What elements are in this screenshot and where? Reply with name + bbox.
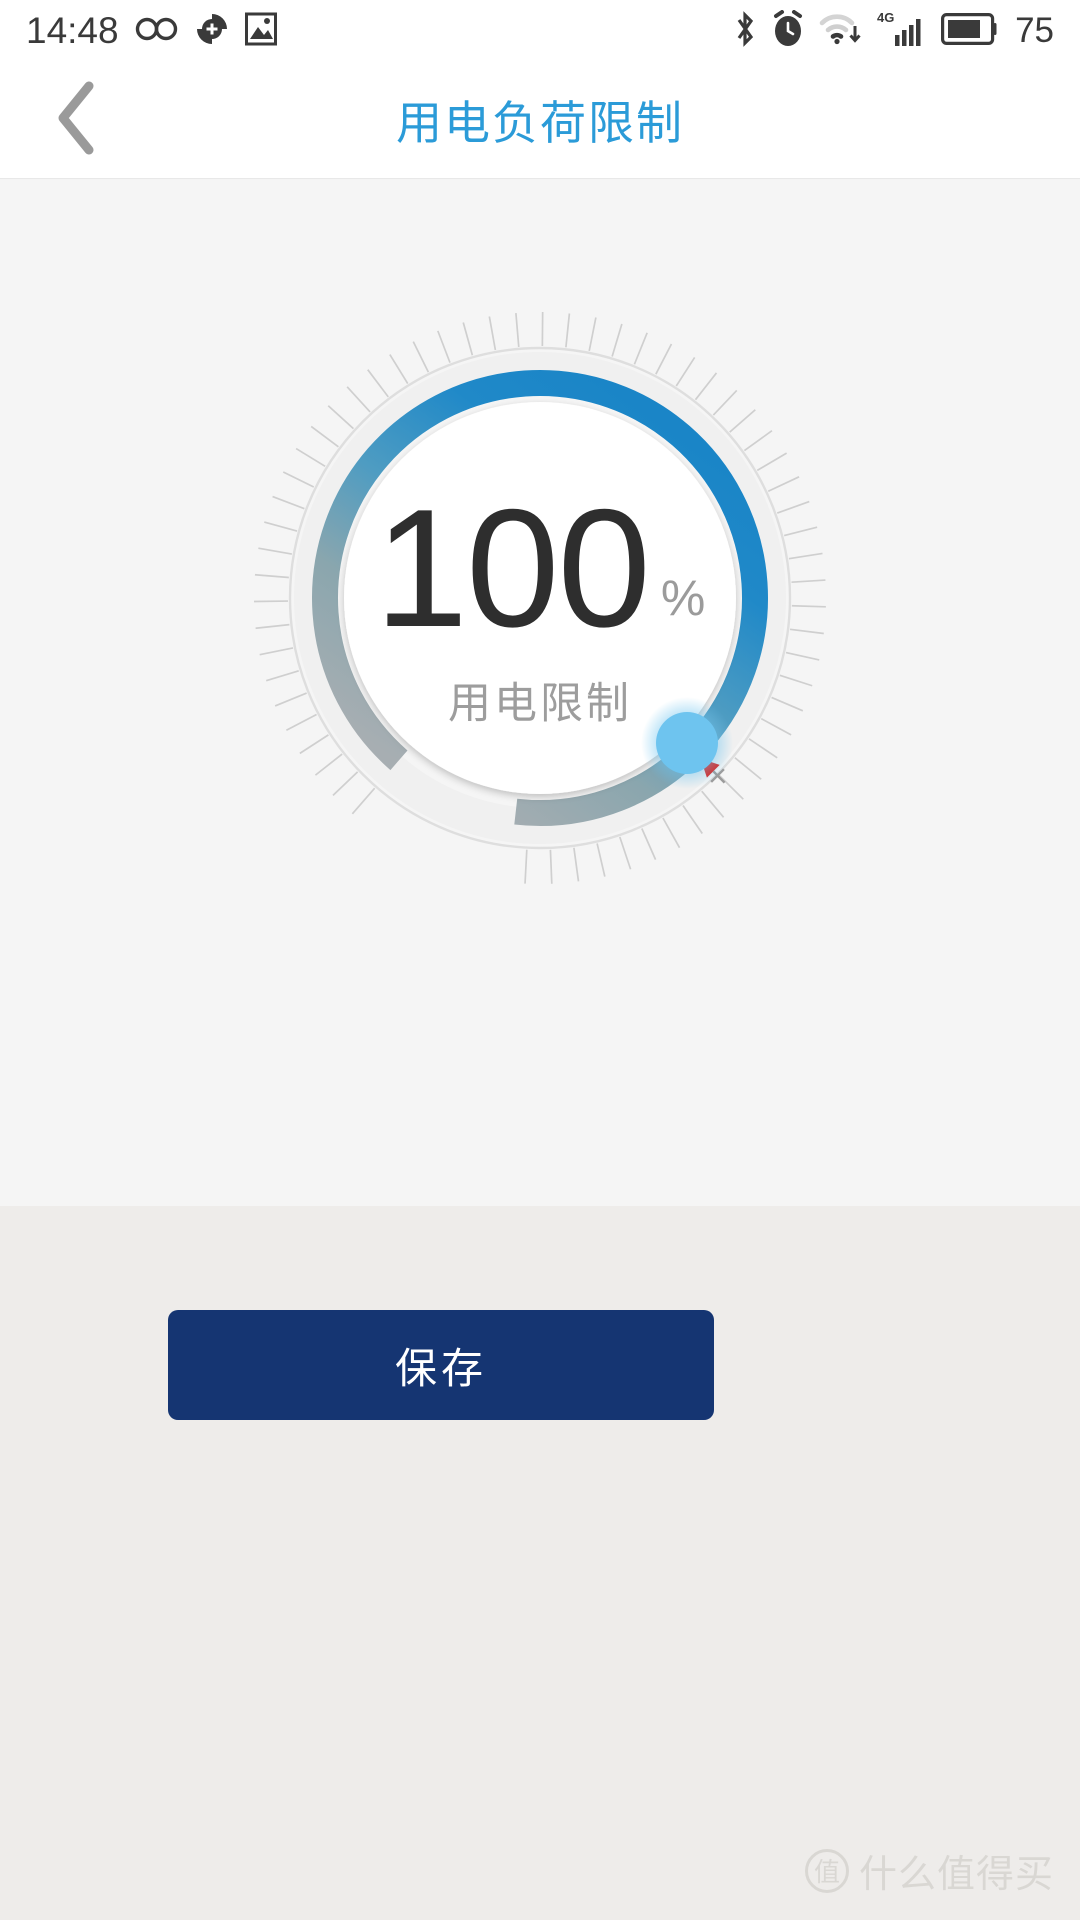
watermark-label: 什么值得买 [858,1852,1054,1896]
footer-bar: 保存 值 什么值得买 [0,1206,1080,1920]
alarm-clock-icon [771,9,805,53]
app-header: 用电负荷限制 [0,62,1080,179]
watermark: 值 什么值得买 [804,1843,1054,1898]
save-button[interactable]: 保存 [168,1310,714,1420]
battery-percent-label: 75 [1015,11,1054,50]
page-title: 用电负荷限制 [396,96,684,150]
status-bar-left: 14:48 [26,10,277,52]
bluetooth-icon [733,10,757,53]
infinity-icon [135,14,179,49]
status-bar-clock: 14:48 [26,10,119,51]
signal-4g-icon: 4G [877,9,927,54]
battery-icon [941,12,997,50]
power-limit-gauge[interactable]: 100 % 用电限制 [230,288,850,908]
wifi-download-icon [819,10,863,53]
status-bar: 14:48 4G 75 [0,0,1080,62]
gauge-knob-handle[interactable] [656,712,718,774]
gauge-graphic [254,312,826,884]
svg-text:4G: 4G [877,10,894,25]
chevron-left-icon [53,80,99,161]
main-content: 100 % 用电限制 用户可调节百分比来限制用电，开启后可能会导致制冷/制热速度… [0,180,1080,1392]
photo-icon [244,12,277,51]
status-bar-right: 4G 75 [733,9,1054,54]
watermark-logo-icon: 值 [804,1848,849,1893]
app-root: 14:48 4G 75 用电负荷限制 100 % 用电限制 保存 值 什么值得买 [0,0,1080,1920]
sync-add-icon [195,12,229,51]
back-button[interactable] [36,80,116,160]
